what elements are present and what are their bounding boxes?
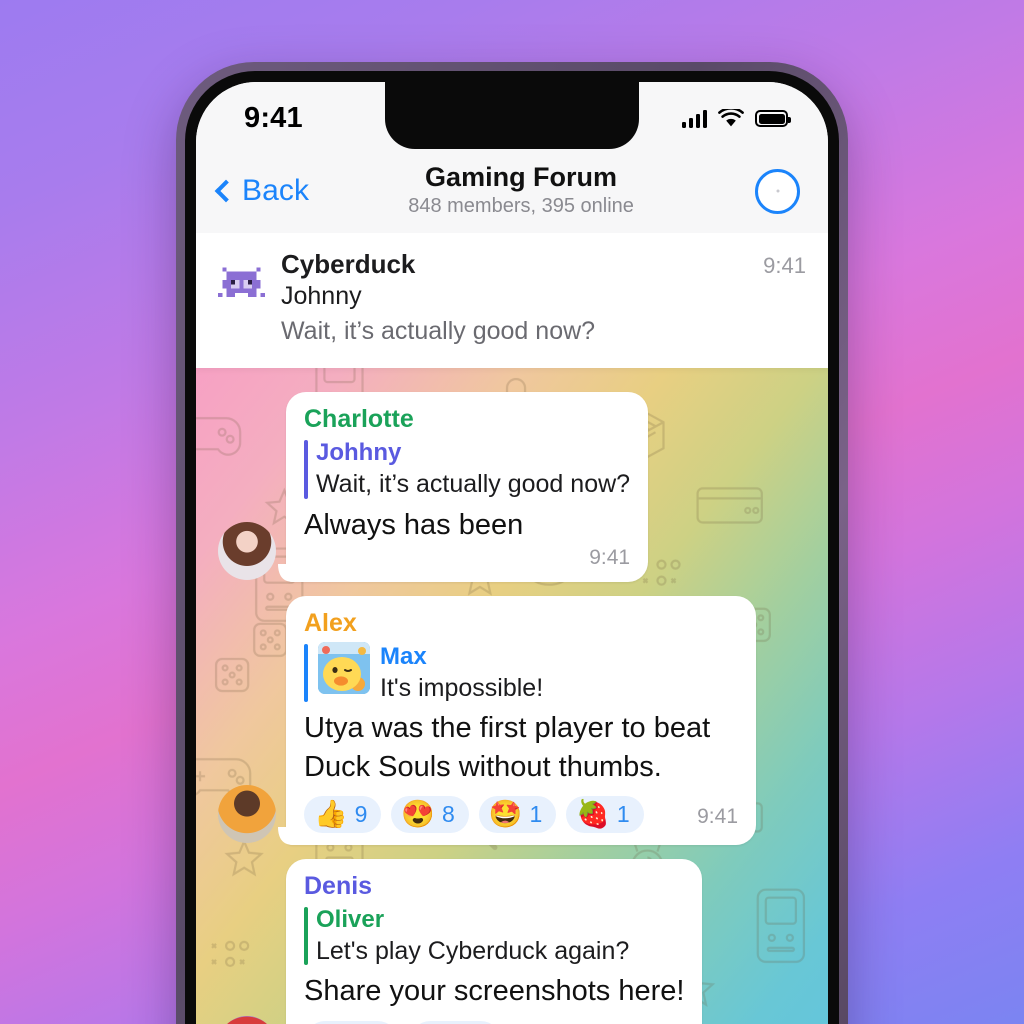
reply-message-text: Wait, it’s actually good now? [316, 470, 631, 498]
avatar-denis[interactable] [218, 1015, 276, 1024]
thumbs-up-reaction[interactable]: 👍 9 [304, 795, 382, 833]
reply-message-text: It's impossible! [380, 673, 544, 702]
duck-game-thumbnail [318, 641, 370, 694]
bubble-footer: O274K1949:41 [304, 1020, 684, 1024]
reply-accent-bar [304, 906, 308, 966]
reply-accent-bar [304, 643, 308, 703]
message-sender-name: Charlotte [304, 405, 414, 433]
reaction-emoji: 😍 [401, 798, 436, 829]
status-time: 9:41 [244, 102, 303, 134]
heart-eyes-duck-reaction[interactable]: 😍 8 [391, 795, 469, 833]
signal-bars-icon [681, 109, 707, 128]
letter-k-reaction[interactable]: K194 [409, 1020, 503, 1024]
message-timestamp: 9:41 [589, 545, 631, 569]
phone-screen: 9:41 Back Gaming Forum 848 members, 395 … [196, 82, 828, 1024]
pinned-app-name: Cyberduck [281, 249, 416, 279]
reply-message-text: Let's play Cyberduck again? [316, 936, 630, 965]
pinned-message-header: Cyberduck 9:41 [281, 249, 806, 280]
avatar-charlotte[interactable] [218, 521, 276, 580]
pixel-alien-icon [218, 263, 265, 310]
message-sender-name: Alex [304, 608, 357, 637]
reply-text-group: Max It's impossible! [380, 642, 543, 705]
pinned-message-card[interactable]: Cyberduck 9:41 Johnny Wait, it’s actuall… [196, 233, 828, 368]
reply-sender-name: Max [380, 642, 427, 670]
reaction-emoji: 🍓 [576, 798, 610, 829]
pinned-message-sender: Johnny [281, 282, 362, 310]
chat-subtitle: 848 members, 395 online [408, 195, 634, 218]
message-bubble[interactable]: Alex Max It's impossible! Utya was the firs… [286, 595, 756, 845]
reaction-count: 8 [442, 800, 455, 827]
reaction-count: 1 [616, 800, 630, 827]
message-text: Share your screenshots here! [304, 975, 685, 1008]
letter-o-reaction[interactable]: O274 [304, 1020, 400, 1024]
bubble-footer: 9:41 [304, 546, 630, 570]
message-row[interactable]: Alex Max It's impossible! Utya was the firs… [196, 595, 828, 859]
status-icons [681, 109, 791, 128]
reply-quote[interactable]: Oliver Let's play Cyberduck again? [304, 905, 684, 968]
message-row[interactable]: Charlotte Johhny Wait, it’s actually good … [196, 392, 828, 596]
bubble-footer: 👍 9 😍 8 🤩 1 🍓 1 9:41 [304, 795, 738, 833]
chat-header-center[interactable]: Gaming Forum 848 members, 395 online [287, 162, 755, 220]
group-avatar-ring-icon[interactable] [755, 168, 800, 214]
phone-frame: 9:41 Back Gaming Forum 848 members, 395 … [176, 62, 848, 1024]
message-timestamp: 9:41 [697, 804, 738, 828]
message-sender-name: Denis [304, 871, 373, 900]
reply-sender-name: Johhny [316, 439, 402, 466]
reply-sender-name: Oliver [316, 905, 385, 933]
reaction-count: 9 [354, 800, 368, 827]
reply-quote[interactable]: Max It's impossible! [304, 641, 738, 705]
reply-text-group: Oliver Let's play Cyberduck again? [316, 905, 629, 968]
message-row[interactable]: Denis Oliver Let's play Cyberduck again? Sh… [196, 858, 828, 1024]
page-title: Gaming Forum [425, 161, 618, 192]
reply-text-group: Johhny Wait, it’s actually good now? [316, 438, 630, 501]
avatar-alex[interactable] [218, 784, 276, 843]
pinned-message-body: Cyberduck 9:41 Johnny Wait, it’s actuall… [281, 249, 806, 346]
pinned-message-time: 9:41 [763, 253, 806, 278]
wifi-icon [718, 109, 744, 127]
reply-accent-bar [304, 440, 308, 499]
reply-quote[interactable]: Johhny Wait, it’s actually good now? [304, 438, 630, 501]
strawberry-wink-reaction[interactable]: 🍓 1 [566, 795, 644, 833]
chevron-left-icon [214, 179, 238, 203]
phone-notch [385, 82, 639, 149]
message-bubble[interactable]: Charlotte Johhny Wait, it’s actually good … [286, 392, 649, 582]
message-text: Always has been [304, 508, 524, 541]
chat-message-list[interactable]: Charlotte Johhny Wait, it’s actually good … [196, 368, 828, 1024]
messages-container: Charlotte Johhny Wait, it’s actually good … [196, 368, 828, 1024]
reaction-list: 👍 9 😍 8 🤩 1 🍓 1 [304, 795, 683, 833]
reaction-emoji: 🤩 [488, 798, 523, 829]
promo-scene: 9:41 Back Gaming Forum 848 members, 395 … [0, 0, 1024, 1024]
message-text: Utya was the first player to beat Duck S… [304, 712, 711, 783]
reaction-emoji: 👍 [314, 798, 348, 829]
message-bubble[interactable]: Denis Oliver Let's play Cyberduck again? Sh… [286, 858, 703, 1024]
pinned-message-text: Wait, it’s actually good now? [281, 317, 596, 345]
battery-icon [755, 110, 791, 127]
reaction-list: O274 K194 [304, 1020, 630, 1024]
reaction-count: 1 [529, 800, 543, 827]
phone-bezel: 9:41 Back Gaming Forum 848 members, 395 … [185, 71, 839, 1024]
chat-header: Back Gaming Forum 848 members, 395 onlin… [196, 149, 828, 233]
star-struck-pumpkin-reaction[interactable]: 🤩 1 [478, 795, 557, 833]
